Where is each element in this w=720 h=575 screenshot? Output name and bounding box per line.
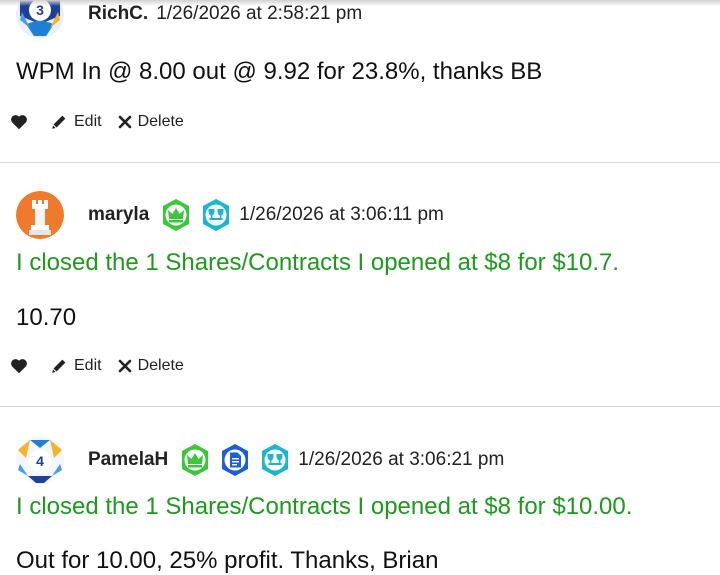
like-button[interactable] bbox=[10, 114, 28, 130]
chess-rook-avatar-icon[interactable] bbox=[16, 191, 64, 239]
comment-author[interactable]: PamelaH bbox=[88, 449, 168, 471]
comment-timestamp[interactable]: 1/26/2026 at 3:06:21 pm bbox=[298, 449, 504, 471]
comment-timestamp[interactable]: 1/26/2026 at 2:58:21 pm bbox=[156, 3, 362, 25]
delete-button[interactable]: Delete bbox=[118, 113, 184, 131]
heart-icon bbox=[11, 115, 27, 130]
comment-divider bbox=[0, 406, 720, 407]
comment-body: Out for 10.00, 25% profit. Thanks, Brian bbox=[16, 547, 439, 574]
pencil-icon bbox=[52, 359, 66, 373]
comment-body: 10.70 bbox=[16, 304, 77, 331]
trophy-badge-icon[interactable] bbox=[199, 198, 233, 232]
edit-button[interactable]: Edit bbox=[50, 113, 102, 131]
close-icon bbox=[118, 115, 131, 129]
document-badge-icon[interactable] bbox=[218, 443, 252, 477]
crown-badge-icon[interactable] bbox=[159, 198, 193, 232]
comment-header: 4 PamelaH 1/26/2026 at 3:06:21 pm bbox=[16, 434, 504, 486]
comment-divider bbox=[0, 162, 720, 163]
comment-body: WPM In @ 8.00 out @ 9.92 for 23.8%, than… bbox=[16, 58, 543, 85]
trade-closed-notice: I closed the 1 Shares/Contracts I opened… bbox=[16, 249, 620, 276]
comment-header: maryla 1/26/2026 at 3:06:11 pm bbox=[16, 189, 444, 241]
trophy-badge-icon[interactable] bbox=[258, 443, 292, 477]
top-scroll-shadow bbox=[0, 0, 720, 6]
comment-header: 3 RichC. 1/26/2026 at 2:58:21 pm bbox=[16, 0, 362, 40]
delete-label: Delete bbox=[137, 113, 184, 130]
edit-button[interactable]: Edit bbox=[50, 357, 102, 375]
comment-timestamp[interactable]: 1/26/2026 at 3:06:11 pm bbox=[239, 204, 444, 226]
pencil-icon bbox=[52, 115, 66, 129]
close-icon bbox=[118, 359, 131, 373]
comment-author[interactable]: RichC. bbox=[88, 3, 148, 25]
trade-closed-notice: I closed the 1 Shares/Contracts I opened… bbox=[16, 493, 633, 520]
edit-label: Edit bbox=[74, 357, 102, 374]
avatar-level-number: 4 bbox=[36, 453, 44, 469]
crown-badge-icon[interactable] bbox=[178, 443, 212, 477]
delete-label: Delete bbox=[137, 357, 184, 374]
edit-label: Edit bbox=[74, 113, 102, 130]
comment-actions: Edit Delete bbox=[10, 113, 184, 131]
heart-icon bbox=[11, 359, 27, 374]
level-4-avatar-icon[interactable]: 4 bbox=[16, 436, 64, 484]
comment-actions: Edit Delete bbox=[10, 357, 184, 375]
comment-author[interactable]: maryla bbox=[88, 204, 149, 226]
like-button[interactable] bbox=[10, 358, 28, 374]
delete-button[interactable]: Delete bbox=[118, 357, 184, 375]
